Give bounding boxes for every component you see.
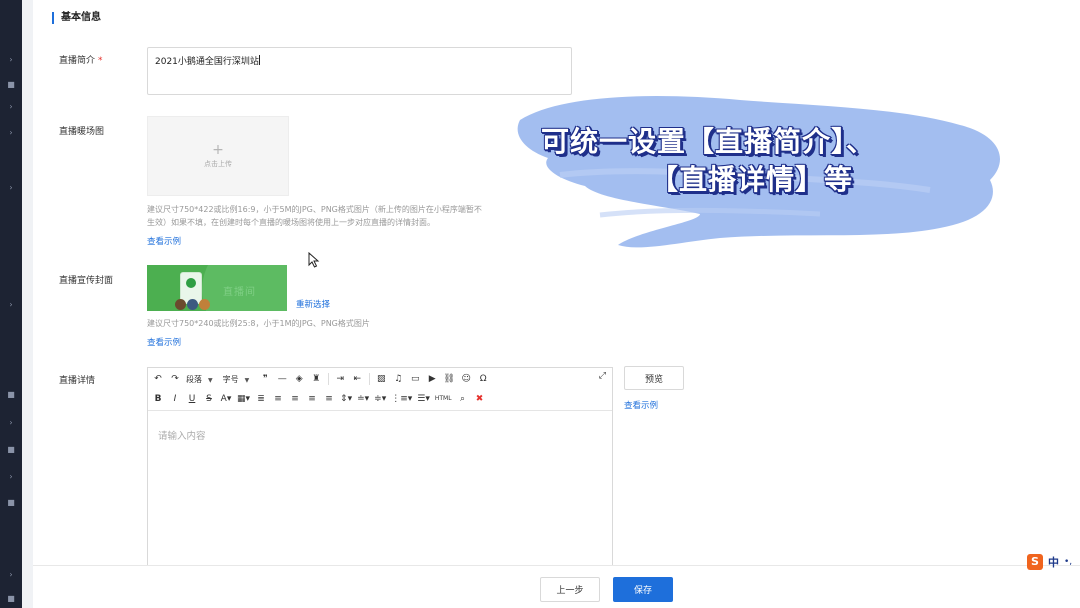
prev-step-button[interactable]: 上一步 <box>540 577 600 602</box>
toolbar-row-2: B I U S A▾ ▦▾ ≣ ≡ ≡ ≡ ≡ ⇕▾ ≐▾ ≑▾ ⋮≡▾ ☰▾ … <box>152 391 491 407</box>
font-size-dropdown[interactable]: 字号 ▼ <box>223 374 250 385</box>
sogou-logo-icon: S <box>1027 554 1043 570</box>
horizontal-rule-icon[interactable]: — <box>276 372 288 386</box>
rich-text-editor[interactable]: ↶ ↷ 段落 ▼ 字号 ▼ ❞ — ◈ ♜ ⇥ ⇤ ▨ ♫ ▭ ▶ ⛓ ☺ Ω ⤢ … <box>147 367 613 567</box>
overlay-caption-line1: 可统一设置【直播简介】、 <box>541 125 876 158</box>
align-left-icon[interactable]: ≡ <box>272 392 284 406</box>
chevron-right-icon[interactable]: › <box>0 418 22 428</box>
bold-icon[interactable]: B <box>152 392 164 406</box>
background-color-icon[interactable]: ▦▾ <box>237 392 250 406</box>
ordered-list-icon[interactable]: ⋮≡▾ <box>391 392 412 406</box>
ltr-icon[interactable]: ⇥ <box>334 372 346 386</box>
chevron-right-icon[interactable]: › <box>0 300 22 310</box>
font-size-dropdown-label: 字号 <box>222 374 239 384</box>
ime-toolbar[interactable]: S 中 •, <box>1027 552 1080 572</box>
sidebar-item-icon[interactable]: ■ <box>0 498 22 508</box>
sidebar-item-icon[interactable]: ■ <box>0 390 22 400</box>
sidebar-item-icon[interactable]: ■ <box>0 594 22 604</box>
link-icon[interactable]: ⛓ <box>443 372 455 386</box>
redo-icon[interactable]: ↷ <box>169 372 181 386</box>
chevron-down-icon: ▼ <box>208 376 213 384</box>
upload-text: 点击上传 <box>204 160 232 168</box>
html-source-icon[interactable]: HTML <box>435 392 452 406</box>
intro-value: 2021小鹅通全国行深圳站 <box>155 57 259 67</box>
chevron-right-icon[interactable]: › <box>0 183 22 193</box>
ime-language-indicator[interactable]: 中 <box>1048 554 1059 570</box>
intro-textarea[interactable]: 2021小鹅通全国行深圳站 <box>147 47 572 95</box>
chevron-right-icon[interactable]: › <box>0 128 22 138</box>
person-icon <box>199 299 210 310</box>
unordered-list-icon[interactable]: ☰▾ <box>417 392 430 406</box>
blockquote-icon[interactable]: ❞ <box>259 372 271 386</box>
align-justify-icon[interactable]: ≡ <box>323 392 335 406</box>
intro-label-text: 直播简介 <box>59 56 96 66</box>
video-icon[interactable]: ▭ <box>409 372 421 386</box>
mouse-cursor-icon <box>308 252 320 268</box>
editor-toolbar: ↶ ↷ 段落 ▼ 字号 ▼ ❞ — ◈ ♜ ⇥ ⇤ ▨ ♫ ▭ ▶ ⛓ ☺ Ω ⤢ … <box>148 368 612 411</box>
chevron-right-icon[interactable]: › <box>0 570 22 580</box>
paragraph-spacing-icon[interactable]: ≐▾ <box>357 392 369 406</box>
undo-icon[interactable]: ↶ <box>152 372 164 386</box>
align-center-icon[interactable]: ≡ <box>289 392 301 406</box>
cover-reselect-link[interactable]: 重新选择 <box>296 298 330 310</box>
play-icon <box>186 278 196 288</box>
plus-icon: + <box>212 142 224 158</box>
overlay-caption-line2: 【直播详情】等 <box>650 163 854 196</box>
music-icon[interactable]: ♫ <box>392 372 404 386</box>
toolbar-row-1: ↶ ↷ 段落 ▼ 字号 ▼ ❞ — ◈ ♜ ⇥ ⇤ ▨ ♫ ▭ ▶ ⛓ ☺ Ω <box>152 371 494 387</box>
section-title: 基本信息 <box>52 12 101 24</box>
sidebar-item-icon[interactable]: ■ <box>0 445 22 455</box>
align-right-icon[interactable]: ≡ <box>306 392 318 406</box>
sidebar-item-icon[interactable]: ■ <box>0 80 22 90</box>
person-icon <box>175 299 186 310</box>
indent-icon[interactable]: ≣ <box>255 392 267 406</box>
required-mark: * <box>98 56 103 66</box>
content-gutter <box>22 0 33 608</box>
omega-icon[interactable]: Ω <box>477 372 489 386</box>
chevron-right-icon[interactable]: › <box>0 55 22 65</box>
strikethrough-icon[interactable]: S <box>203 392 215 406</box>
format-painter-icon[interactable]: ♜ <box>310 372 322 386</box>
font-color-icon[interactable]: A▾ <box>220 392 232 406</box>
person-icon <box>187 299 198 310</box>
detail-example-link[interactable]: 查看示例 <box>624 399 658 411</box>
chevron-right-icon[interactable]: › <box>0 102 22 112</box>
emoji-icon[interactable]: ☺ <box>460 372 472 386</box>
chevron-down-icon: ▼ <box>244 376 250 384</box>
save-button[interactable]: 保存 <box>613 577 673 602</box>
clear-format-icon[interactable]: ◈ <box>293 372 305 386</box>
intro-label: 直播简介 * <box>59 53 103 66</box>
cover-image[interactable]: 直播间 <box>147 265 287 311</box>
cover-label: 直播宣传封面 <box>59 276 114 286</box>
search-icon[interactable]: ⌕ <box>457 392 469 406</box>
warmup-hint-line2: 生效）如果不填，在创建时每个直播的暖场图将使用上一步对应直播的详情封面。 <box>147 218 435 227</box>
cover-hint: 建议尺寸750*240或比例25:8，小于1M的JPG、PNG格式图片 <box>147 319 370 328</box>
puzzle-icon[interactable]: ✖ <box>474 392 486 406</box>
underline-icon[interactable]: U <box>186 392 198 406</box>
warmup-upload-area[interactable]: + 点击上传 <box>147 116 289 196</box>
toolbar-separator <box>328 373 330 385</box>
warmup-example-link[interactable]: 查看示例 <box>147 235 181 247</box>
chevron-right-icon[interactable]: › <box>0 472 22 482</box>
cover-image-text: 直播间 <box>223 287 256 298</box>
paragraph-dropdown[interactable]: 段落 ▼ <box>186 374 213 385</box>
cover-example-link[interactable]: 查看示例 <box>147 336 181 348</box>
line-height-icon[interactable]: ⇕▾ <box>340 392 352 406</box>
preview-button[interactable]: 预览 <box>624 366 684 390</box>
media-icon[interactable]: ▶ <box>426 372 438 386</box>
paragraph-dropdown-label: 段落 <box>186 374 202 384</box>
fullscreen-icon[interactable]: ⤢ <box>599 371 606 381</box>
letter-spacing-icon[interactable]: ≑▾ <box>374 392 386 406</box>
text-caret <box>258 55 260 65</box>
italic-icon[interactable]: I <box>169 392 181 406</box>
editor-placeholder: 请输入内容 <box>158 431 206 442</box>
image-icon[interactable]: ▨ <box>375 372 387 386</box>
detail-label: 直播详情 <box>59 376 96 386</box>
ime-punctuation-indicator[interactable]: •, <box>1064 557 1072 567</box>
toolbar-separator <box>369 373 371 385</box>
rtl-icon[interactable]: ⇤ <box>351 372 363 386</box>
left-sidebar: › ■ › › › › ■ › ■ › ■ › ■ <box>0 0 22 608</box>
warmup-label: 直播暖场图 <box>59 127 105 137</box>
warmup-hint-line1: 建议尺寸750*422或比例16:9，小于5M的JPG、PNG格式图片（新上传的… <box>147 205 482 214</box>
